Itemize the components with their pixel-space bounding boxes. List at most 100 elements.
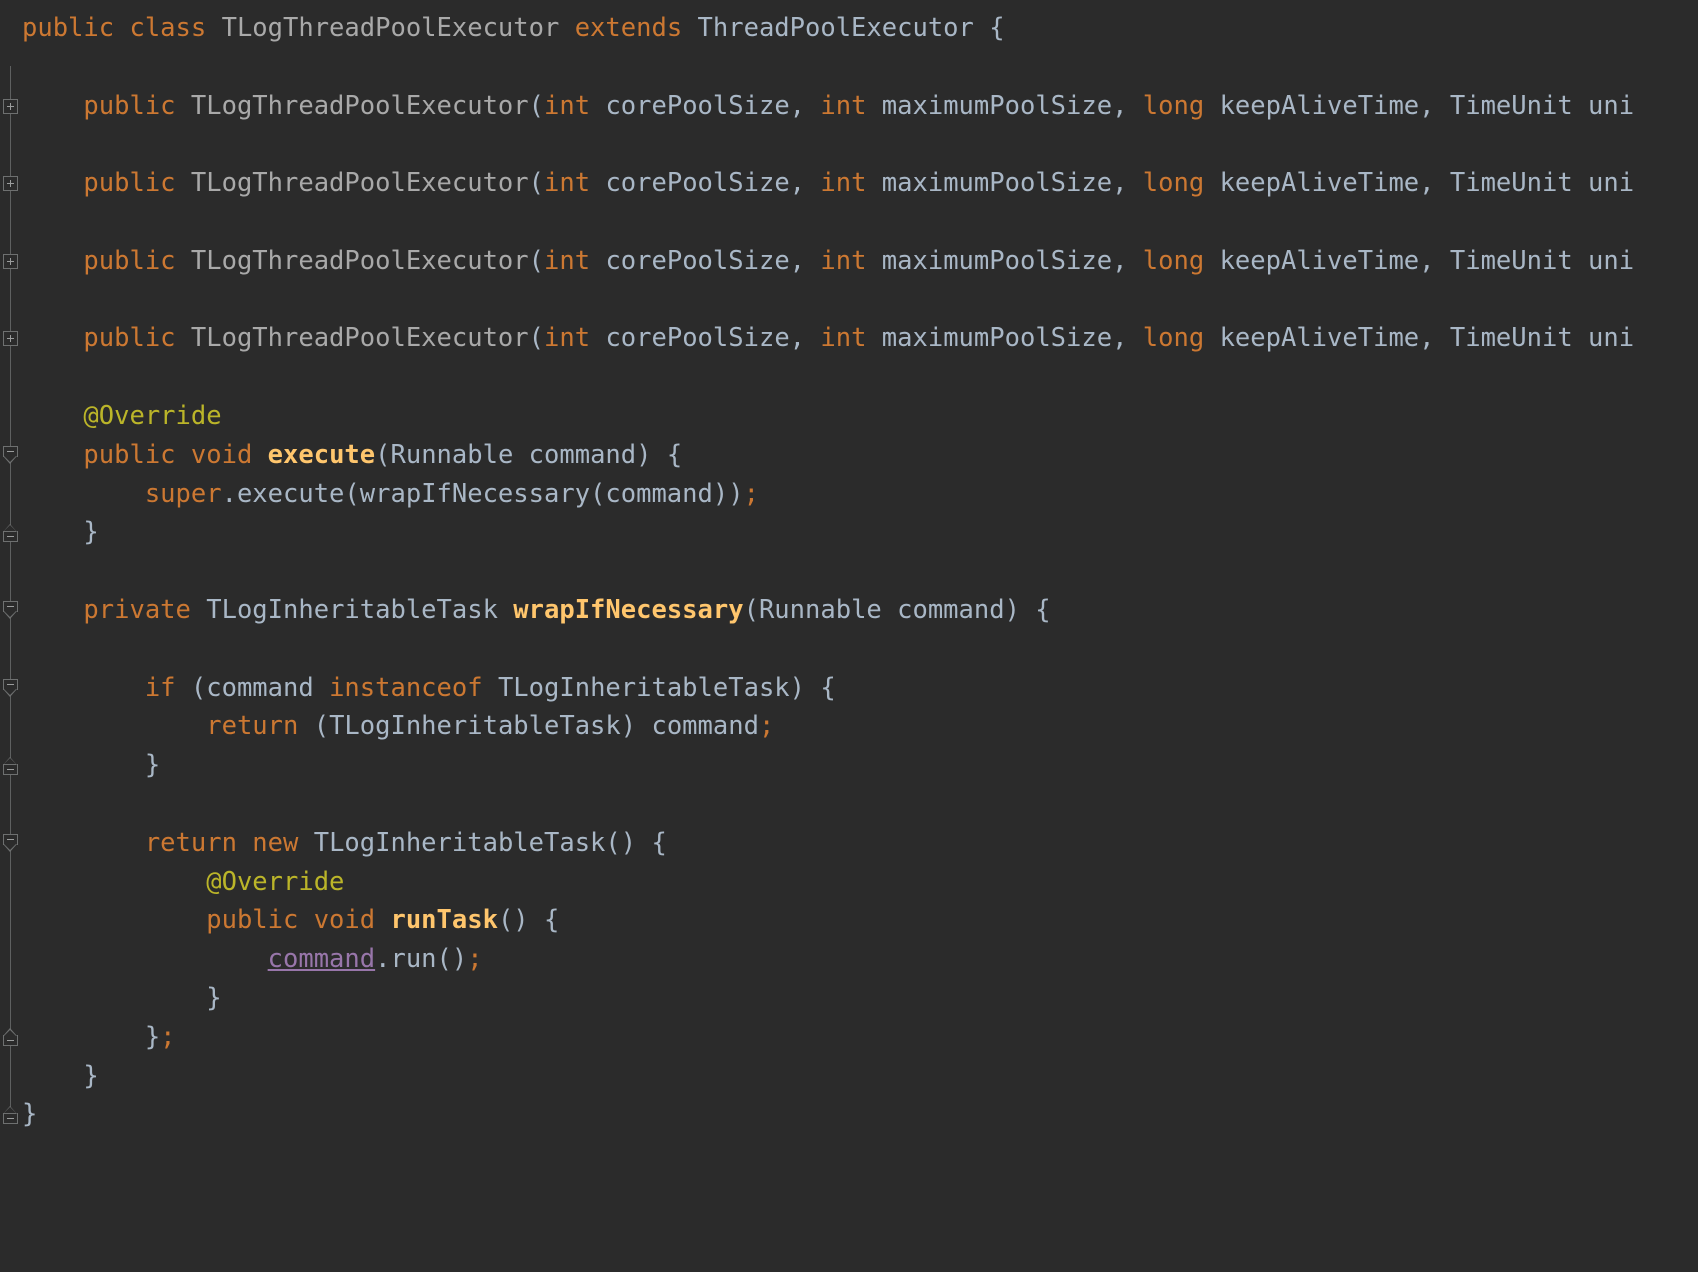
code-token: TLogThreadPoolExecutor	[190, 323, 529, 354]
code-token: uni	[1588, 90, 1635, 121]
code-token: (	[528, 168, 545, 199]
code-token: .execute(wrapIfNecessary(command))	[221, 478, 744, 509]
code-token: public	[83, 323, 191, 354]
minus-pentagon-down-icon[interactable]	[3, 601, 18, 620]
code-token: long	[1142, 90, 1220, 121]
code-text-area[interactable]: public class TLogThreadPoolExecutor exte…	[22, 0, 1698, 1272]
code-token: }	[22, 1060, 99, 1091]
code-token: TLogThreadPoolExecutor	[221, 13, 575, 43]
code-token: }	[22, 1099, 38, 1130]
code-token: ) {	[789, 672, 836, 703]
code-token: int	[820, 90, 882, 121]
code-token: extends	[574, 13, 698, 43]
code-token: long	[1142, 245, 1220, 276]
code-token: keepAliveTime,	[1219, 323, 1450, 354]
code-token: void	[190, 439, 268, 470]
plus-box-icon[interactable]	[3, 253, 18, 269]
code-token: maximumPoolSize,	[881, 90, 1143, 121]
minus-glyph	[7, 1117, 14, 1119]
code-token: new	[252, 827, 314, 858]
fold-marker-tip-inner	[4, 1029, 16, 1036]
code-token: class	[129, 13, 222, 43]
plus-box-icon[interactable]	[3, 98, 18, 114]
code-token: wrapIfNecessary	[513, 595, 744, 625]
code-line[interactable]: public TLogThreadPoolExecutor(int corePo…	[22, 319, 1634, 358]
minus-pentagon-up-icon[interactable]	[3, 756, 18, 775]
code-line[interactable]: command.run();	[22, 940, 483, 979]
code-token: }	[22, 1021, 161, 1052]
code-line[interactable]: super.execute(wrapIfNecessary(command));	[22, 475, 759, 514]
editor-gutter[interactable]	[0, 0, 22, 1272]
code-token: uni	[1588, 323, 1635, 354]
code-token: (command	[190, 672, 330, 703]
code-line[interactable]: }	[22, 513, 98, 552]
code-token: int	[820, 245, 882, 276]
code-token: (	[528, 245, 545, 276]
code-token: }	[22, 983, 222, 1013]
code-line[interactable]: public TLogThreadPoolExecutor(int corePo…	[22, 164, 1634, 203]
minus-pentagon-up-icon[interactable]	[3, 1105, 18, 1124]
minus-glyph	[7, 768, 14, 770]
code-token: corePoolSize,	[605, 323, 821, 354]
code-token: {	[973, 13, 1005, 43]
code-line[interactable]: public TLogThreadPoolExecutor(int corePo…	[22, 87, 1634, 126]
code-token: TimeUnit	[1449, 245, 1589, 276]
code-token: public	[83, 439, 191, 470]
fold-marker-tip-inner	[4, 1107, 16, 1114]
code-token: ;	[758, 711, 775, 742]
code-token: int	[820, 168, 882, 199]
code-token: (	[375, 439, 391, 470]
code-token: keepAliveTime,	[1219, 245, 1450, 276]
code-token: TLogThreadPoolExecutor	[190, 168, 529, 199]
code-token: public	[83, 245, 191, 276]
code-line[interactable]: return (TLogInheritableTask) command;	[22, 707, 774, 746]
code-line[interactable]: if (command instanceof TLogInheritableTa…	[22, 669, 836, 708]
code-token: if	[144, 672, 191, 703]
code-line[interactable]: }	[22, 746, 160, 785]
minus-pentagon-down-icon[interactable]	[3, 834, 18, 853]
code-token: keepAliveTime,	[1219, 90, 1450, 121]
code-token: TLogThreadPoolExecutor	[190, 245, 529, 276]
code-line[interactable]: private TLogInheritableTask wrapIfNecess…	[22, 591, 1050, 630]
code-line[interactable]: return new TLogInheritableTask() {	[22, 824, 667, 863]
code-token: corePoolSize,	[605, 245, 821, 276]
code-line[interactable]: public void execute(Runnable command) {	[22, 436, 682, 475]
code-line[interactable]: }	[22, 1057, 99, 1096]
minus-glyph	[7, 1040, 14, 1042]
minus-pentagon-up-icon[interactable]	[3, 1027, 18, 1047]
code-line[interactable]: @Override	[22, 863, 344, 902]
minus-pentagon-down-icon[interactable]	[3, 446, 18, 465]
code-token: execute	[267, 439, 376, 470]
plus-box-icon[interactable]	[3, 176, 18, 192]
code-token: Runnable	[758, 595, 898, 625]
code-line[interactable]: }	[22, 1095, 37, 1134]
code-token: super	[144, 478, 222, 509]
code-token: ;	[160, 1021, 176, 1052]
code-token: (	[313, 711, 330, 742]
code-editor[interactable]: public class TLogThreadPoolExecutor exte…	[0, 0, 1698, 1272]
code-line[interactable]: @Override	[22, 397, 221, 436]
code-line[interactable]: public class TLogThreadPoolExecutor exte…	[22, 9, 1005, 48]
minus-pentagon-up-icon[interactable]	[3, 523, 18, 542]
code-token: int	[544, 323, 606, 354]
code-token: (	[528, 90, 545, 121]
fold-marker-tip-inner	[4, 689, 16, 695]
code-line[interactable]: }	[22, 979, 222, 1018]
code-token: return	[206, 711, 314, 742]
code-token: public	[22, 13, 130, 43]
code-line[interactable]: };	[22, 1018, 176, 1057]
minus-pentagon-down-icon[interactable]	[3, 679, 18, 698]
code-token: private	[83, 595, 207, 625]
plus-box-icon[interactable]	[3, 331, 18, 347]
code-token: keepAliveTime,	[1219, 168, 1450, 199]
code-token: TLogInheritableTask	[206, 595, 514, 625]
fold-marker-tip-inner	[4, 844, 16, 851]
code-token: }	[22, 750, 161, 781]
fold-marker-tip-inner	[4, 757, 16, 764]
code-line[interactable]: public void runTask() {	[22, 901, 559, 940]
fold-rail	[10, 66, 11, 1121]
code-line[interactable]: public TLogThreadPoolExecutor( int corePo…	[22, 242, 1634, 281]
code-token: corePoolSize,	[605, 168, 821, 199]
